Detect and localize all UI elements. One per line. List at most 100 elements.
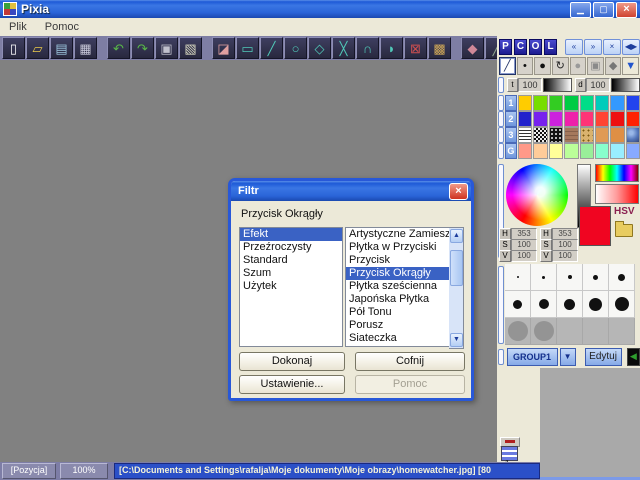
minimize-icon[interactable]: ▁	[570, 2, 591, 18]
print-button[interactable]: ▦	[74, 37, 97, 59]
next-panel-icon[interactable]: »	[584, 38, 602, 55]
undo-button[interactable]: Cofnij	[355, 352, 465, 371]
dialog-title-bar[interactable]: Filtr ×	[231, 181, 471, 201]
close-panel-icon[interactable]: ×	[603, 38, 621, 55]
slider-bar[interactable]	[611, 78, 640, 92]
palette-swatch[interactable]	[610, 127, 625, 143]
palette-swatch[interactable]	[518, 127, 533, 143]
fill-button[interactable]: ◗	[380, 37, 403, 59]
palette-scroll-handle[interactable]	[498, 95, 504, 111]
palette-swatch[interactable]	[579, 95, 594, 111]
scroll-up-icon[interactable]: ▲	[450, 229, 463, 243]
polygon-select-button[interactable]: ◇	[308, 37, 331, 59]
menu-item[interactable]: Plik	[0, 18, 36, 36]
panel-tab-button[interactable]: P	[499, 38, 512, 55]
brush-tool-button[interactable]: ●	[534, 57, 551, 75]
palette-swatch[interactable]	[625, 143, 640, 159]
group-dropdown-icon[interactable]: ▼	[559, 348, 576, 366]
brush-size-cell[interactable]	[583, 318, 609, 345]
cross-select-button[interactable]: ╳	[332, 37, 355, 59]
brush-size-cell[interactable]	[583, 264, 609, 291]
palette-swatch[interactable]	[625, 95, 640, 111]
paint-palette-button[interactable]: ◆	[461, 37, 484, 59]
copy-button[interactable]: ▣	[155, 37, 178, 59]
filter-item[interactable]: Płytka sześcienna	[346, 280, 449, 293]
filter-item[interactable]: Przycisk Okrągły	[346, 267, 449, 280]
close-icon[interactable]: ×	[616, 2, 637, 18]
brush-size-cell[interactable]	[557, 318, 583, 345]
line-select-button[interactable]: ╱	[260, 37, 283, 59]
filter-item[interactable]: Porusz	[346, 319, 449, 332]
panel-tab-button[interactable]: O	[529, 38, 542, 55]
scroll-down-icon[interactable]: ▼	[450, 333, 463, 347]
palette-swatch[interactable]	[548, 143, 564, 159]
brush-size-cell[interactable]	[505, 318, 531, 345]
filter-item[interactable]: Przycisk	[346, 254, 449, 267]
brush-scroll-handle[interactable]	[498, 266, 504, 344]
brush-size-cell[interactable]	[583, 291, 609, 318]
palette-scroll-handle[interactable]	[498, 143, 504, 159]
palette-swatch[interactable]	[594, 95, 610, 111]
palette-swatch[interactable]	[564, 95, 579, 111]
brush-size-cell[interactable]	[609, 318, 635, 345]
palette-swatch[interactable]	[564, 127, 579, 143]
position-button[interactable]: [Pozycja]	[2, 463, 56, 479]
brush-size-cell[interactable]	[505, 264, 531, 291]
panel-tab-button[interactable]: L	[544, 38, 557, 55]
eraser-button[interactable]: ◪	[212, 37, 235, 59]
palette-swatch[interactable]	[533, 111, 548, 127]
save-button[interactable]: ▤	[50, 37, 73, 59]
crop-delete-button[interactable]: ⊠	[404, 37, 427, 59]
palette-swatch[interactable]	[579, 127, 594, 143]
dialog-close-icon[interactable]: ×	[449, 183, 468, 200]
palette-swatch[interactable]	[548, 127, 564, 143]
tint-bar[interactable]	[595, 184, 639, 204]
brush-size-cell[interactable]	[531, 264, 557, 291]
slider-value[interactable]: 100	[518, 78, 542, 92]
brush-size-cell[interactable]	[505, 291, 531, 318]
apply-button[interactable]: Dokonaj	[239, 352, 345, 371]
category-item[interactable]: Standard	[240, 254, 342, 267]
hsv-value[interactable]: 100	[552, 250, 578, 262]
palette-scroll-handle[interactable]	[498, 111, 504, 127]
new-button[interactable]: ▯	[2, 37, 25, 59]
filter-item[interactable]: Pół Tonu	[346, 306, 449, 319]
palette-swatch[interactable]	[610, 111, 625, 127]
panel-tab-button[interactable]: C	[514, 38, 527, 55]
restore-icon[interactable]: ▢	[593, 2, 614, 18]
paste-button[interactable]: ▧	[179, 37, 202, 59]
menu-item[interactable]: Pomoc	[36, 18, 88, 36]
soft-dot-tool-button[interactable]: ●	[569, 57, 587, 75]
rotate-tool-button[interactable]: ↻	[551, 57, 569, 75]
category-item[interactable]: Przeźroczysty	[240, 241, 342, 254]
ellipse-select-button[interactable]: ○	[284, 37, 307, 59]
palette-swatch[interactable]	[625, 127, 640, 143]
slider-value[interactable]: 100	[586, 78, 610, 92]
palette-row-tab[interactable]: 2	[504, 111, 518, 127]
palette-swatch[interactable]	[548, 95, 564, 111]
layer-panel-icon[interactable]	[501, 446, 518, 461]
palette-swatch[interactable]	[579, 111, 594, 127]
layers-tool-button[interactable]: ▣	[587, 57, 604, 75]
zoom-level-button[interactable]: 100%	[60, 463, 108, 479]
palette-swatch[interactable]	[594, 111, 610, 127]
palette-swatch[interactable]	[625, 111, 640, 127]
palette-swatch[interactable]	[548, 111, 564, 127]
palette-row-tab[interactable]: 1	[504, 95, 518, 111]
edit-button[interactable]: Edytuj	[584, 348, 622, 366]
palette-swatch[interactable]	[518, 95, 533, 111]
category-item[interactable]: Szum	[240, 267, 342, 280]
redo-button[interactable]: ↷	[131, 37, 154, 59]
brush-size-cell[interactable]	[609, 291, 635, 318]
palette-swatch[interactable]	[564, 111, 579, 127]
group-scroll-handle[interactable]	[498, 349, 504, 365]
palette-swatch[interactable]	[518, 143, 533, 159]
palette-swatch[interactable]	[533, 143, 548, 159]
group-selector[interactable]: GROUP1	[506, 348, 558, 366]
palette-swatch[interactable]	[533, 95, 548, 111]
undo-button[interactable]: ↶	[107, 37, 130, 59]
palette-swatch[interactable]	[610, 143, 625, 159]
palette-row-tab[interactable]: 3	[504, 127, 518, 143]
brush-size-cell[interactable]	[557, 264, 583, 291]
filter-list-scrollbar[interactable]: ▲ ▼	[449, 227, 464, 349]
